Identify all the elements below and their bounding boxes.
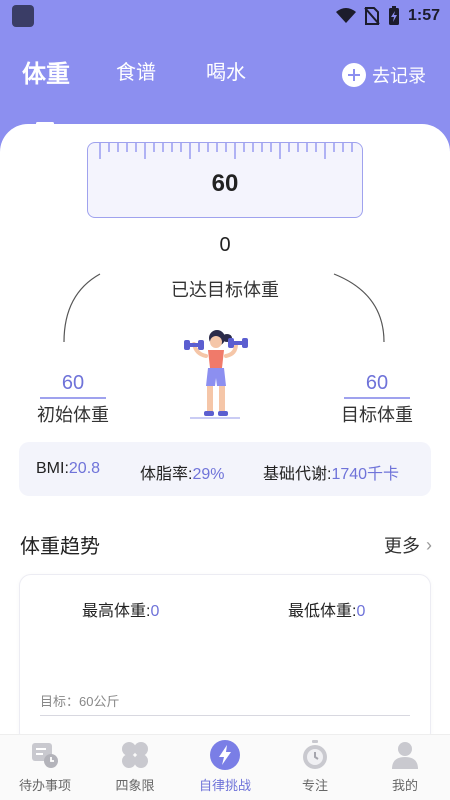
weight-ruler[interactable]: 60 xyxy=(87,142,363,218)
max-weight-value: 0 xyxy=(150,603,160,620)
app-notification-icon xyxy=(12,5,34,27)
ruler-value: 60 xyxy=(211,170,239,197)
nav-label-challenge: 自律挑战 xyxy=(198,778,251,793)
dumbbell-woman-illustration xyxy=(184,330,248,419)
tab-weight[interactable]: 体重 xyxy=(22,54,70,89)
nav-item-todo[interactable]: 待办事项 xyxy=(0,735,90,800)
nav-label-todo: 待办事项 xyxy=(18,778,71,793)
goal-weight-divider xyxy=(344,397,410,399)
record-button[interactable]: 去记录 xyxy=(342,62,426,88)
nav-item-focus[interactable]: 专注 xyxy=(270,735,360,800)
min-weight: 最低体重:0 xyxy=(288,597,365,621)
nav-label-focus: 专注 xyxy=(301,778,328,793)
quadrant-icon xyxy=(122,742,148,768)
nav-label-quadrant: 四象限 xyxy=(115,778,155,793)
max-weight: 最高体重:0 xyxy=(82,597,159,621)
nav-item-challenge[interactable]: 自律挑战 xyxy=(180,735,270,800)
wifi-icon xyxy=(335,8,356,23)
lightning-icon xyxy=(210,740,240,770)
progress-value: 0 xyxy=(219,234,231,256)
goal-weight-label: 目标体重 xyxy=(341,405,413,425)
nav-label-profile: 我的 xyxy=(391,778,418,793)
body-fat-label: 体脂率: xyxy=(140,466,193,483)
tab-recipes[interactable]: 食谱 xyxy=(116,56,156,85)
goal-weight-value: 60 xyxy=(365,372,389,394)
profile-icon xyxy=(392,742,418,769)
body-stats-card: BMI:20.8 体脂率:29% 基础代谢:1740千卡 xyxy=(19,442,431,496)
weight-trend-card: 最高体重:0 最低体重:0 目标：60公斤 xyxy=(19,574,431,734)
main-content: 60 0 已达目标体重 60 初始体重 60 目标体重 BMI:20.8 体脂率… xyxy=(0,124,450,734)
no-sim-icon xyxy=(364,7,380,25)
target-weight-text: 目标：60公斤 xyxy=(40,694,120,709)
bottom-navigation: 待办事项 四象限 自律挑战 专注 我的 xyxy=(0,734,450,800)
bmr-value: 1740千卡 xyxy=(331,466,400,483)
start-weight-value: 60 xyxy=(61,372,85,394)
more-label: 更多 xyxy=(384,536,420,556)
status-bar: 1:57 xyxy=(0,0,450,32)
tab-water[interactable]: 喝水 xyxy=(206,56,246,85)
bmi-stat: BMI:20.8 xyxy=(36,460,100,478)
body-fat-value: 29% xyxy=(192,466,225,483)
battery-charging-icon xyxy=(388,6,399,25)
nav-item-quadrant[interactable]: 四象限 xyxy=(90,735,180,800)
max-weight-label: 最高体重: xyxy=(82,603,151,620)
bmr-label: 基础代谢: xyxy=(263,466,332,483)
more-link[interactable]: 更多 › xyxy=(384,532,432,558)
chevron-right-icon: › xyxy=(426,534,432,555)
todo-icon xyxy=(32,743,58,768)
weight-trend-title: 体重趋势 xyxy=(20,536,100,558)
nav-item-profile[interactable]: 我的 xyxy=(360,735,450,800)
min-weight-value: 0 xyxy=(356,603,366,620)
body-fat-stat: 体脂率:29% xyxy=(140,460,224,484)
target-weight-line xyxy=(40,715,410,716)
header: 体重 食谱 喝水 去记录 xyxy=(0,32,450,125)
start-weight-label: 初始体重 xyxy=(37,405,109,425)
status-time: 1:57 xyxy=(407,7,440,24)
start-weight-divider xyxy=(40,397,106,399)
min-weight-label: 最低体重: xyxy=(288,603,357,620)
stopwatch-icon xyxy=(303,740,327,769)
plus-icon xyxy=(342,63,366,87)
record-button-label: 去记录 xyxy=(372,66,426,86)
bmr-stat: 基础代谢:1740千卡 xyxy=(263,460,399,484)
bmi-value: 20.8 xyxy=(68,460,101,477)
bmi-label: BMI: xyxy=(36,460,69,477)
